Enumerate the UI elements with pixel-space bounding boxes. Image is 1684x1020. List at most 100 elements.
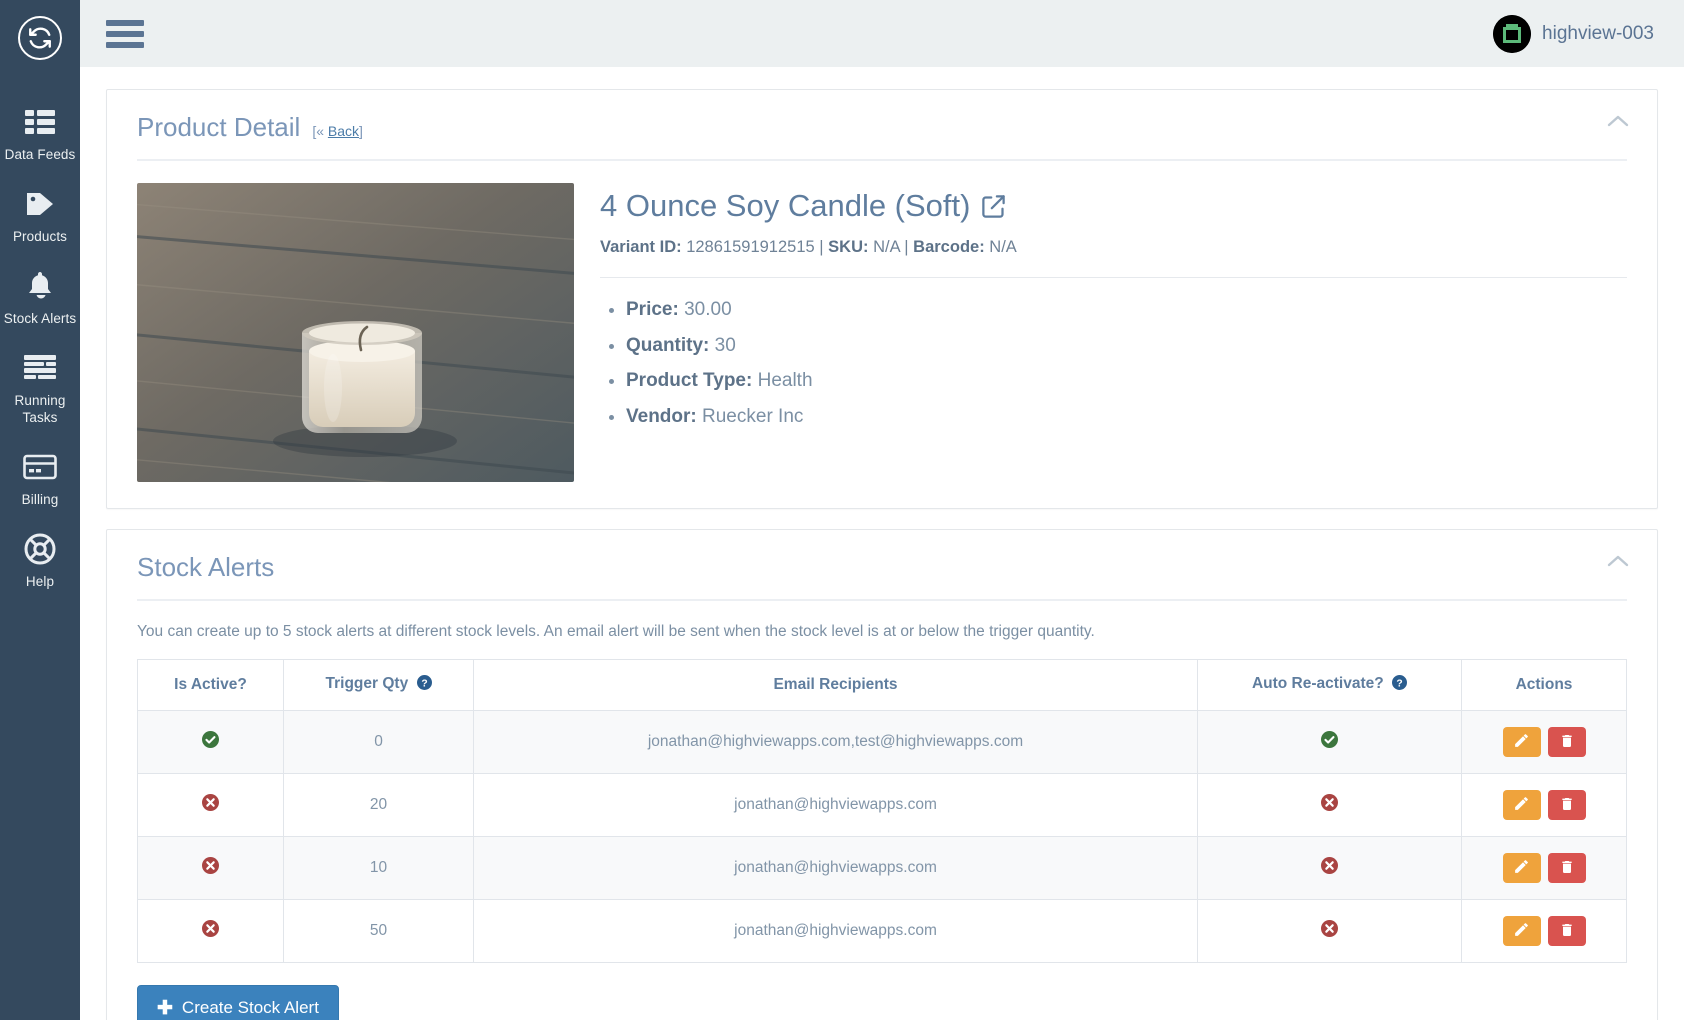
cell-is-active [137, 899, 284, 963]
attribute-value: 30.00 [684, 299, 732, 320]
status-inactive-icon [202, 794, 219, 816]
variant-id-value: 12861591912515 [686, 238, 815, 256]
list-item: Price: 30.00 [626, 292, 1627, 328]
edit-stock-alert-button[interactable] [1502, 727, 1541, 757]
create-stock-alert-button[interactable]: ✚ Create Stock Alert [137, 985, 339, 1020]
list-item: Vendor: Ruecker Inc [626, 399, 1627, 435]
sidebar-item-label: Running Tasks [14, 393, 66, 425]
edit-stock-alert-button[interactable] [1502, 853, 1541, 883]
stock-alerts-body: You can create up to 5 stock alerts at d… [107, 601, 1657, 1020]
table-body: 0 jonathan@highviewapps.com,test@highview… [137, 710, 1627, 963]
cell-email-recipients: jonathan@highviewapps.com,test@highviewa… [473, 710, 1198, 774]
column-header-trigger-qty: Trigger Qty ? [283, 659, 474, 711]
chevron-up-icon[interactable] [1601, 552, 1635, 570]
user-name-label: highview-003 [1542, 22, 1654, 44]
page-title: Product Detail [137, 112, 301, 142]
cell-actions [1461, 710, 1627, 774]
attribute-label: Quantity: [626, 334, 710, 356]
pencil-edit-icon [1513, 921, 1530, 941]
list-item: Product Type: Health [626, 363, 1627, 399]
product-detail-title-row: Product Detail [« Back] [137, 112, 363, 143]
trash-delete-icon [1559, 859, 1575, 878]
hamburger-bar [106, 41, 144, 48]
table-row: 50 jonathan@highviewapps.com [137, 899, 1627, 963]
delete-stock-alert-button[interactable] [1547, 790, 1586, 820]
cell-auto-reactivate [1197, 773, 1462, 837]
external-link-icon[interactable] [980, 193, 1007, 220]
attribute-value: 30 [714, 334, 736, 356]
pencil-edit-icon [1513, 732, 1530, 752]
sidebar-item-billing[interactable]: Billing [0, 436, 80, 518]
cell-actions [1461, 836, 1627, 900]
barcode-label: Barcode: [913, 238, 985, 256]
product-detail-header: Product Detail [« Back] [107, 90, 1657, 143]
sidebar-item-label: Products [12, 229, 68, 244]
product-detail-body: 4 Ounce Soy Candle (Soft) Variant ID: 12… [107, 161, 1657, 508]
product-title-row: 4 Ounce Soy Candle (Soft) [600, 187, 1627, 225]
cell-auto-reactivate [1197, 899, 1462, 963]
hamburger-bar [106, 30, 144, 37]
status-active-icon [1321, 731, 1338, 753]
stock-alerts-header: Stock Alerts [107, 530, 1657, 583]
chevron-up-icon[interactable] [1601, 112, 1635, 130]
product-attribute-list: Price: 30.00 Quantity: 30 Product Type: … [600, 292, 1627, 434]
column-label: Trigger Qty [325, 675, 409, 692]
status-inactive-icon [1321, 794, 1338, 816]
bell-icon [27, 269, 53, 303]
cell-trigger-qty: 0 [283, 710, 474, 774]
svg-text:?: ? [421, 678, 427, 689]
sidebar-item-data-feeds[interactable]: Data Feeds [0, 75, 80, 173]
help-circle-icon[interactable]: ? [416, 675, 432, 695]
pencil-edit-icon [1513, 858, 1530, 878]
delete-stock-alert-button[interactable] [1547, 916, 1586, 946]
sidebar-item-running-tasks[interactable]: Running Tasks [0, 337, 80, 436]
attribute-label: Vendor: [626, 405, 697, 427]
cell-trigger-qty: 20 [283, 773, 474, 837]
cell-email-recipients: jonathan@highviewapps.com [473, 836, 1198, 900]
status-inactive-icon [1321, 920, 1338, 942]
status-inactive-icon [202, 920, 219, 942]
status-inactive-icon [202, 857, 219, 879]
back-prefix: [« [312, 123, 328, 139]
brand-logo[interactable] [0, 0, 80, 75]
cell-actions [1461, 773, 1627, 837]
product-meta: Variant ID: 12861591912515 | SKU: N/A | … [600, 238, 1627, 257]
back-link[interactable]: Back [328, 123, 359, 139]
sync-refresh-icon [18, 15, 62, 60]
plus-icon: ✚ [157, 997, 173, 1019]
meta-separator: | [899, 238, 914, 256]
user-avatar-identicon [1493, 14, 1532, 53]
table-header-row: Is Active? Trigger Qty ? Email Recipient… [137, 659, 1627, 711]
help-circle-icon[interactable]: ? [1392, 675, 1408, 695]
cell-email-recipients: jonathan@highviewapps.com [473, 899, 1198, 963]
edit-stock-alert-button[interactable] [1502, 916, 1541, 946]
hamburger-menu-icon[interactable] [106, 19, 144, 48]
tag-icon [24, 187, 56, 221]
top-bar: highview-003 [80, 0, 1684, 67]
user-menu[interactable]: highview-003 [1493, 14, 1662, 53]
app-root: Data Feeds Products Stock Alerts Running… [0, 0, 1684, 1020]
cell-email-recipients: jonathan@highviewapps.com [473, 773, 1198, 837]
edit-stock-alert-button[interactable] [1502, 790, 1541, 820]
column-label: Auto Re-activate? [1251, 675, 1384, 692]
section-title: Stock Alerts [137, 552, 275, 582]
delete-stock-alert-button[interactable] [1547, 853, 1586, 883]
cell-auto-reactivate [1197, 836, 1462, 900]
sku-value: N/A [873, 238, 900, 256]
stock-alerts-table: Is Active? Trigger Qty ? Email Recipient… [137, 659, 1627, 963]
sidebar-item-stock-alerts[interactable]: Stock Alerts [0, 255, 80, 337]
sku-label: SKU: [828, 238, 869, 256]
delete-stock-alert-button[interactable] [1547, 727, 1586, 757]
product-name: 4 Ounce Soy Candle (Soft) [600, 188, 971, 223]
product-detail-panel: Product Detail [« Back] 4 Ounce Soy Cand… [106, 89, 1658, 509]
sidebar-item-products[interactable]: Products [0, 173, 80, 255]
trash-delete-icon [1559, 733, 1575, 752]
cell-is-active [137, 836, 284, 900]
variant-id-label: Variant ID: [600, 238, 682, 256]
attribute-value: Health [757, 370, 813, 391]
list-item: Quantity: 30 [626, 328, 1627, 364]
product-image [137, 183, 574, 482]
sidebar-item-help[interactable]: Help [0, 518, 80, 600]
table-row: 10 jonathan@highviewapps.com [137, 836, 1627, 900]
cell-auto-reactivate [1197, 710, 1462, 774]
